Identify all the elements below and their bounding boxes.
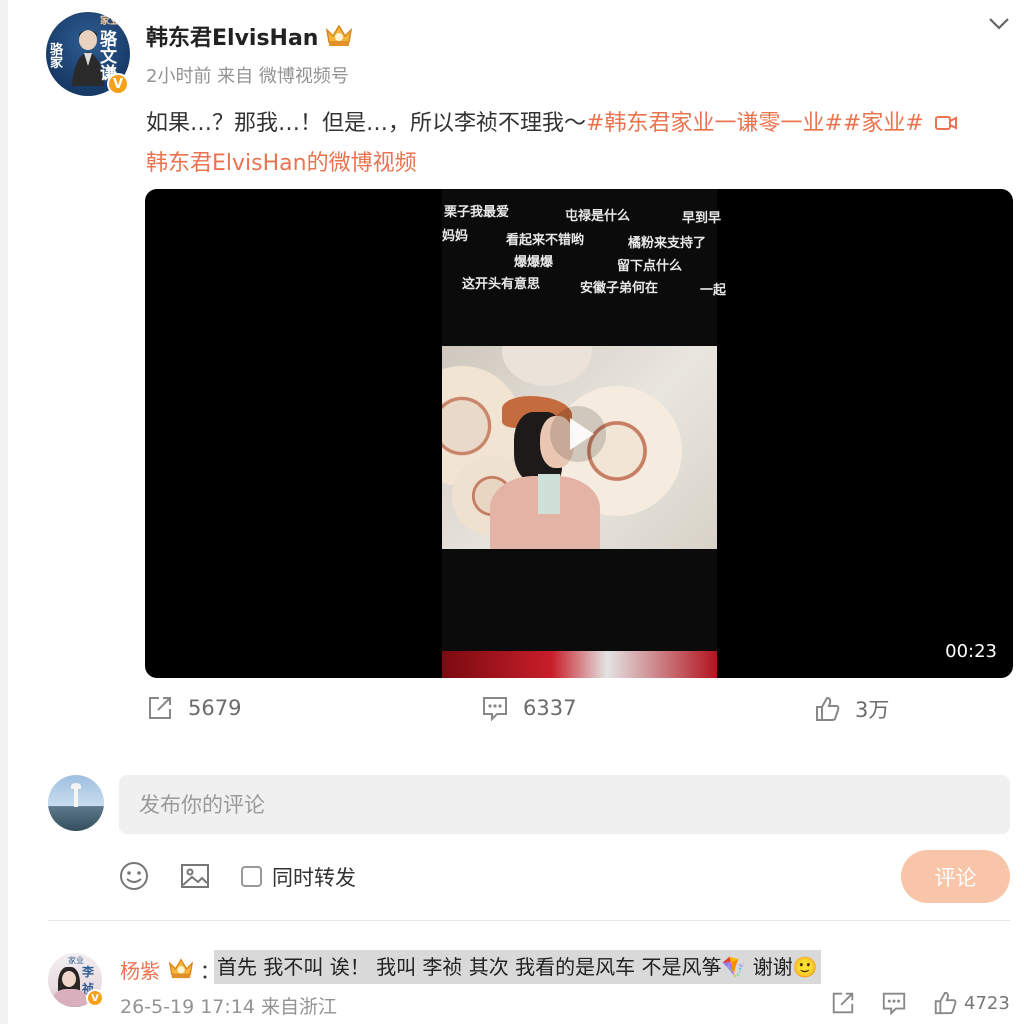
comment-icon — [483, 697, 507, 722]
commenter-name[interactable]: 杨紫 — [120, 955, 160, 984]
repost-button[interactable]: 5679 — [146, 694, 241, 722]
my-avatar[interactable] — [48, 775, 104, 831]
author-name[interactable]: 韩东君ElvisHan — [146, 20, 318, 52]
comment-like-count: 4723 — [964, 992, 1010, 1014]
video-player[interactable]: 栗子我最爱 屯禄是什么 早到早 妈妈 看起来不错哟 橘粉来支持了 爆爆爆 留下点… — [145, 189, 1013, 678]
video-camera-icon — [934, 116, 957, 130]
image-icon[interactable] — [179, 860, 211, 892]
video-source-link[interactable]: 韩东君ElvisHan的微博视频 — [146, 151, 417, 176]
danmaku-comment: 栗子我最爱 — [444, 205, 510, 220]
like-count: 3万 — [855, 698, 890, 722]
comment-icon — [882, 992, 906, 1016]
comment-count: 6337 — [523, 696, 577, 720]
play-icon[interactable] — [548, 404, 608, 464]
danmaku-comment: 妈妈 — [442, 229, 469, 244]
hashtag-link[interactable]: #家业# — [843, 111, 924, 136]
emoji-icon[interactable] — [118, 860, 150, 892]
repost-count: 5679 — [188, 696, 242, 720]
post-meta: 2小时前 来自 微博视频号 — [146, 66, 349, 87]
avatar-caption-small: 家业 — [100, 16, 120, 27]
danmaku-comment: 安徽子弟何在 — [580, 281, 659, 296]
danmaku-comment: 这开头有意思 — [462, 277, 541, 292]
repost-icon — [832, 992, 854, 1014]
comment-reply-button[interactable] — [881, 990, 907, 1016]
submit-comment-button[interactable]: 评论 — [901, 850, 1010, 903]
repost-checkbox[interactable] — [241, 866, 262, 887]
repost-icon — [149, 697, 171, 719]
danmaku-comment: 早到早 — [682, 211, 722, 226]
danmaku-comment: 屯禄是什么 — [565, 209, 631, 224]
post-text: 如果…？那我…！但是…，所以李祯不理我～#韩东君家业一谦零一业##家业# 韩东君… — [146, 104, 996, 184]
danmaku-comment: 看起来不错哟 — [506, 233, 585, 248]
commenter-verified-badge: V — [86, 989, 104, 1007]
video-bottom-strip — [442, 651, 717, 678]
divider — [48, 920, 1010, 921]
comment-input[interactable] — [119, 775, 1010, 834]
comment-repost-button[interactable] — [830, 990, 856, 1016]
crown-icon — [325, 24, 353, 46]
crown-icon — [168, 958, 194, 979]
comment-meta: 26-5-19 17:14 来自浙江 — [120, 996, 337, 1018]
weibo-post-card: 家业 骆文谦 骆家 V 韩东君ElvisHan 2小时前 来自 微博视频号 如果… — [8, 0, 1024, 1024]
danmaku-comment: 留下点什么 — [617, 259, 683, 274]
danmaku-comment: 橘粉来支持了 — [628, 236, 707, 251]
comment-button[interactable]: 6337 — [481, 694, 576, 722]
like-icon — [816, 696, 840, 721]
comment-like-button[interactable]: 4723 — [932, 990, 1010, 1016]
post-body: 如果…？那我…！但是…，所以李祯不理我～ — [146, 111, 587, 136]
avatar-caption-side: 骆家 — [50, 43, 64, 71]
danmaku-comment: 一起 — [700, 283, 727, 298]
danmaku-comment: 爆爆爆 — [514, 255, 554, 270]
verified-badge: V — [107, 73, 129, 95]
comment-text: 首先 我不叫 诶！ 我叫 李祯 其次 我看的是风车 不是风筝🪁 谢谢🙂 — [214, 950, 821, 984]
repost-checkbox-label[interactable]: 同时转发 — [272, 862, 356, 892]
video-duration: 00:23 — [945, 641, 997, 662]
like-icon — [934, 991, 957, 1015]
like-button[interactable]: 3万 — [813, 694, 889, 724]
chevron-down-icon[interactable] — [986, 12, 1012, 36]
hashtag-link[interactable]: #韩东君家业一谦零一业# — [586, 111, 843, 136]
